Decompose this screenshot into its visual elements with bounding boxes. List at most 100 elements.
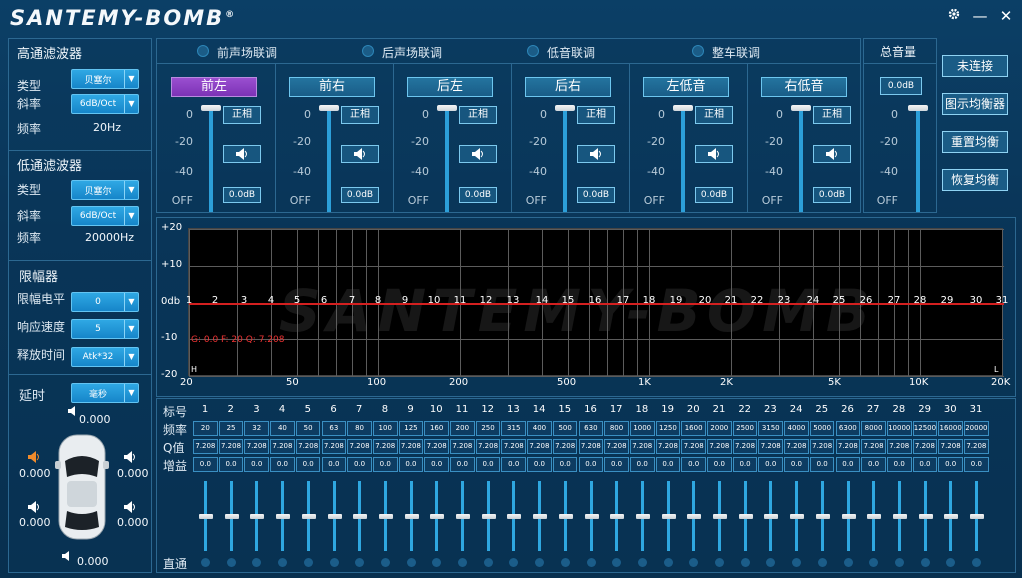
band-gain-cell[interactable]: 0.0 <box>964 457 989 472</box>
bypass-toggle[interactable] <box>329 558 339 567</box>
band-slider-thumb[interactable] <box>918 514 933 519</box>
band-gain-cell[interactable]: 0.0 <box>758 457 784 472</box>
band-freq-cell[interactable]: 10000 <box>886 421 912 436</box>
band-q-cell[interactable]: 7.208 <box>629 439 655 454</box>
band-slider-thumb[interactable] <box>584 514 599 519</box>
band-marker[interactable]: 15 <box>556 295 580 306</box>
speaker-icon[interactable] <box>123 501 137 516</box>
band-gain-cell[interactable]: 0.0 <box>295 457 321 472</box>
bypass-toggle[interactable] <box>715 558 724 567</box>
channel-db-value[interactable]: 0.0dB <box>341 187 379 203</box>
bypass-toggle[interactable] <box>972 558 981 567</box>
speaker-icon[interactable] <box>61 550 73 564</box>
band-slider-thumb[interactable] <box>841 514 856 519</box>
band-freq-cell[interactable]: 1250 <box>655 421 681 436</box>
band-marker[interactable]: 22 <box>745 295 769 306</box>
band-marker[interactable]: 8 <box>366 295 390 306</box>
bypass-toggle[interactable] <box>740 558 750 567</box>
bypass-toggle[interactable] <box>766 558 776 567</box>
delay-unit-select[interactable]: 毫秒 ▼ <box>71 383 139 403</box>
band-gain-cell[interactable]: 0.0 <box>527 457 552 472</box>
band-q-cell[interactable]: 7.208 <box>784 439 809 454</box>
band-marker[interactable]: 10 <box>422 295 446 306</box>
band-gain-cell[interactable]: 0.0 <box>552 457 578 472</box>
band-freq-cell[interactable]: 160 <box>424 421 449 436</box>
channel-fader-thumb[interactable] <box>791 105 811 111</box>
band-freq-cell[interactable]: 125 <box>398 421 424 436</box>
phase-button[interactable]: 正相 <box>223 106 261 124</box>
band-slider-thumb[interactable] <box>687 514 702 519</box>
band-gain-cell[interactable]: 0.0 <box>372 457 398 472</box>
band-marker[interactable]: 26 <box>854 295 878 306</box>
band-gain-cell[interactable]: 0.0 <box>244 457 270 472</box>
bypass-toggle[interactable] <box>201 558 210 567</box>
band-gain-cell[interactable]: 0.0 <box>629 457 655 472</box>
band-slider-thumb[interactable] <box>661 514 676 519</box>
band-gain-cell[interactable]: 0.0 <box>578 457 604 472</box>
hp-type-select[interactable]: 贝塞尔 ▼ <box>71 69 139 89</box>
bypass-toggle[interactable] <box>843 558 853 567</box>
band-q-cell[interactable]: 7.208 <box>758 439 784 454</box>
side-button[interactable]: 重置均衡 <box>942 131 1008 153</box>
channel-db-value[interactable]: 0.0dB <box>813 187 851 203</box>
band-slider-thumb[interactable] <box>944 514 959 519</box>
band-freq-cell[interactable]: 5000 <box>809 421 835 436</box>
band-marker[interactable]: 29 <box>935 295 959 306</box>
band-gain-cell[interactable]: 0.0 <box>398 457 424 472</box>
band-slider-thumb[interactable] <box>404 514 419 519</box>
band-marker[interactable]: 11 <box>448 295 472 306</box>
band-marker[interactable]: 9 <box>393 295 417 306</box>
bypass-toggle[interactable] <box>920 558 930 567</box>
band-q-cell[interactable]: 7.208 <box>707 439 732 454</box>
mute-button[interactable] <box>223 145 261 163</box>
speaker-icon[interactable] <box>27 501 41 516</box>
band-freq-cell[interactable]: 800 <box>604 421 629 436</box>
lp-type-select[interactable]: 贝塞尔 ▼ <box>71 180 139 200</box>
band-freq-cell[interactable]: 2500 <box>732 421 758 436</box>
band-marker[interactable]: 19 <box>664 295 688 306</box>
band-slider-thumb[interactable] <box>507 514 522 519</box>
limiter-release-select[interactable]: Atk*32 ▼ <box>71 347 139 367</box>
master-fader-track[interactable] <box>916 108 920 212</box>
hp-slope-select[interactable]: 6dB/Oct ▼ <box>71 94 139 114</box>
band-freq-cell[interactable]: 2000 <box>707 421 732 436</box>
band-slider-thumb[interactable] <box>558 514 573 519</box>
band-gain-cell[interactable]: 0.0 <box>347 457 372 472</box>
band-freq-cell[interactable]: 40 <box>270 421 295 436</box>
band-marker[interactable]: 13 <box>501 295 525 306</box>
band-freq-cell[interactable]: 8000 <box>861 421 886 436</box>
band-q-cell[interactable]: 7.208 <box>193 439 218 454</box>
band-q-cell[interactable]: 7.208 <box>964 439 989 454</box>
band-slider-thumb[interactable] <box>456 514 470 519</box>
speaker-active-icon[interactable] <box>27 451 41 466</box>
band-marker[interactable]: 27 <box>882 295 906 306</box>
channel-fader-track[interactable] <box>799 108 803 212</box>
channel-name-button[interactable]: 左低音 <box>643 77 729 97</box>
band-q-cell[interactable]: 7.208 <box>321 439 347 454</box>
band-freq-cell[interactable]: 400 <box>527 421 552 436</box>
bypass-toggle[interactable] <box>509 558 519 567</box>
bypass-toggle[interactable] <box>226 558 236 567</box>
band-gain-cell[interactable]: 0.0 <box>938 457 963 472</box>
bypass-toggle[interactable] <box>380 558 390 567</box>
band-freq-cell[interactable]: 250 <box>475 421 501 436</box>
band-marker[interactable]: 30 <box>964 295 988 306</box>
side-button[interactable]: 未连接 <box>942 55 1008 77</box>
channel-name-button[interactable]: 前右 <box>289 77 375 97</box>
band-marker[interactable]: 12 <box>474 295 498 306</box>
band-gain-cell[interactable]: 0.0 <box>861 457 886 472</box>
band-q-cell[interactable]: 7.208 <box>809 439 835 454</box>
band-q-cell[interactable]: 7.208 <box>501 439 527 454</box>
channel-fader-thumb[interactable] <box>673 105 693 111</box>
band-q-cell[interactable]: 7.208 <box>244 439 270 454</box>
band-marker[interactable]: 7 <box>340 295 364 306</box>
channel-db-value[interactable]: 0.0dB <box>577 187 615 203</box>
bypass-toggle[interactable] <box>458 558 467 567</box>
band-freq-cell[interactable]: 80 <box>347 421 372 436</box>
band-slider-thumb[interactable] <box>867 514 882 519</box>
band-freq-cell[interactable]: 16000 <box>938 421 963 436</box>
channel-fader-track[interactable] <box>209 108 213 212</box>
band-gain-cell[interactable]: 0.0 <box>270 457 295 472</box>
band-q-cell[interactable]: 7.208 <box>398 439 424 454</box>
bypass-toggle[interactable] <box>894 558 904 567</box>
